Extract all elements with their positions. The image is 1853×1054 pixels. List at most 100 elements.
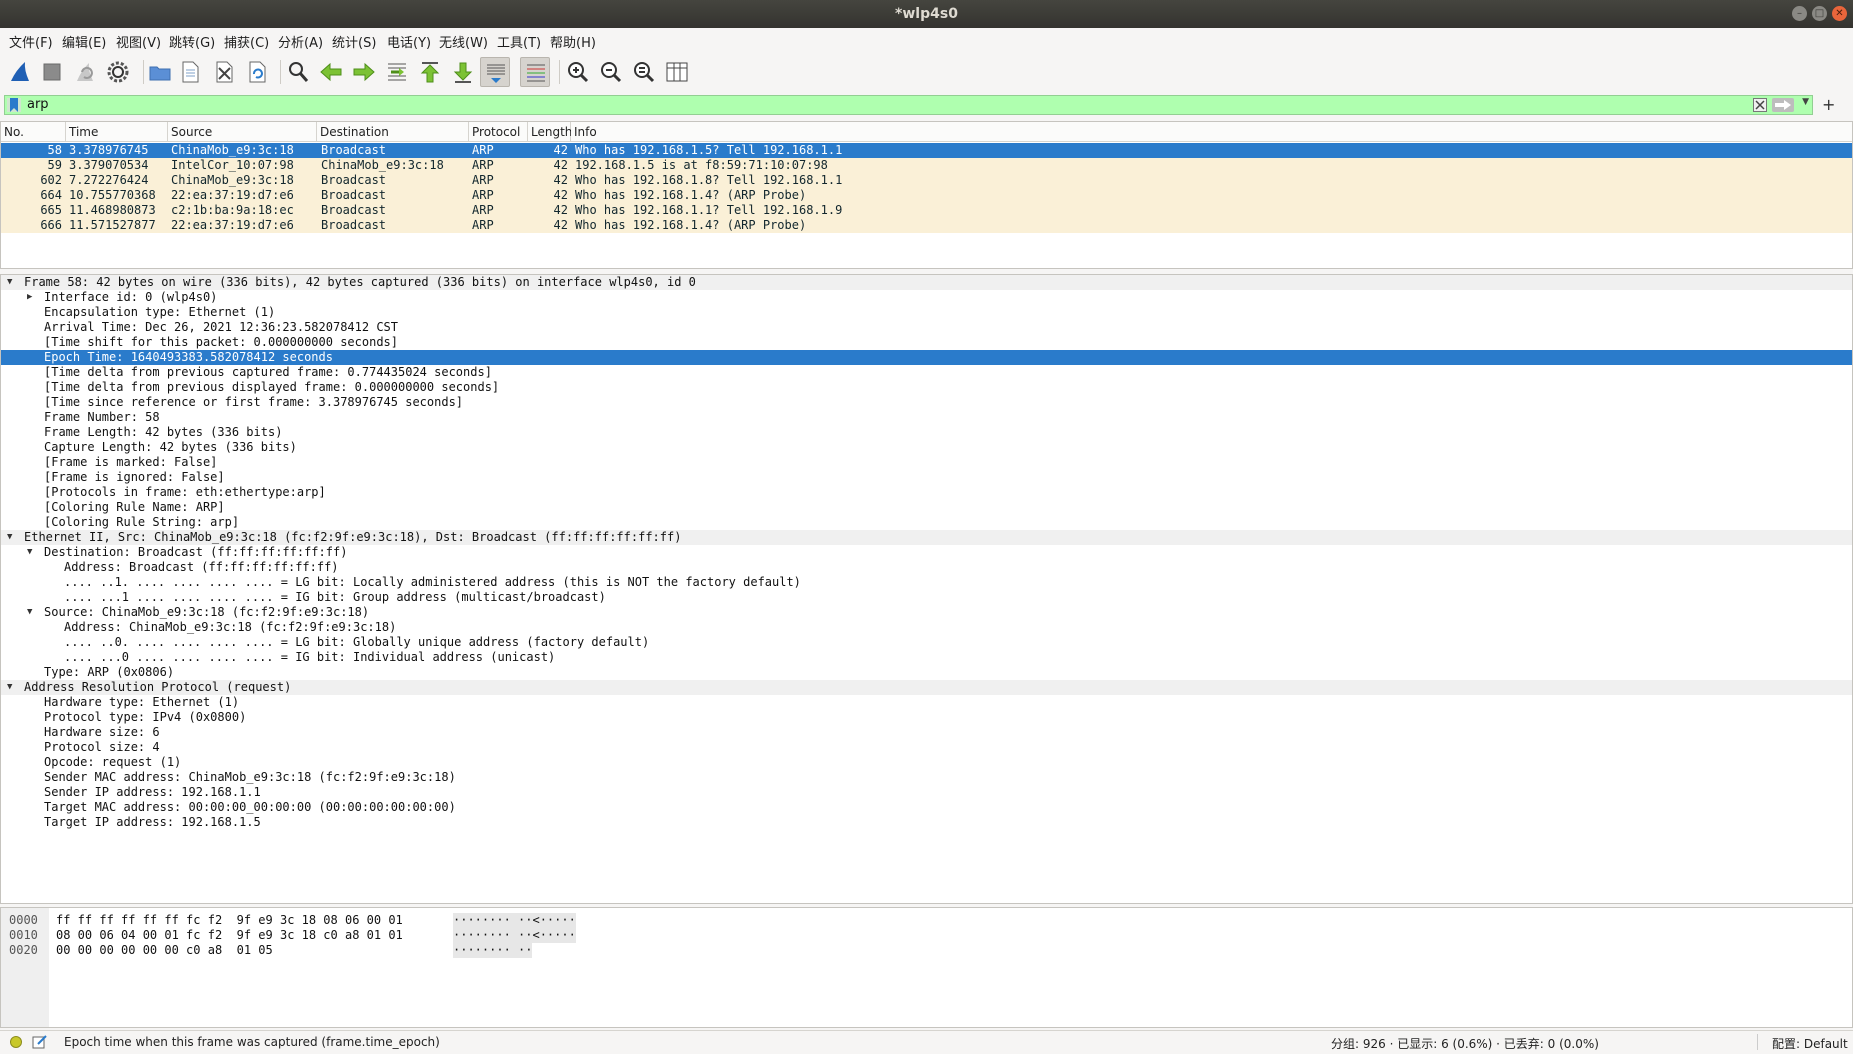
arrow-back-icon[interactable] bbox=[316, 57, 346, 87]
menu-analyze[interactable]: 分析(A) bbox=[278, 32, 323, 51]
table-row[interactable]: 665 11.468980873 c2:1b:ba:9a:18:ec Broadcas… bbox=[1, 203, 1852, 218]
menu-go[interactable]: 跳转(G) bbox=[169, 32, 215, 51]
filter-history-dropdown-icon[interactable]: ▼ bbox=[1802, 97, 1809, 107]
minimize-icon[interactable]: – bbox=[1792, 6, 1807, 21]
column-header-time[interactable]: Time bbox=[66, 122, 168, 142]
last-packet-icon[interactable] bbox=[448, 57, 478, 87]
column-header-length[interactable]: Length bbox=[528, 122, 572, 142]
goto-packet-icon[interactable] bbox=[382, 57, 412, 87]
gear-options-icon[interactable] bbox=[103, 57, 133, 87]
column-header-source[interactable]: Source bbox=[168, 122, 317, 142]
packet-list[interactable]: No. Time Source Destination Protocol Len… bbox=[0, 121, 1853, 269]
menu-file[interactable]: 文件(F) bbox=[9, 32, 53, 51]
resize-columns-icon[interactable] bbox=[662, 57, 692, 87]
table-row[interactable]: 59 3.379070534 IntelCor_10:07:98 ChinaMob_e… bbox=[1, 158, 1852, 173]
tree-item[interactable]: Epoch Time: 1640493383.582078412 seconds bbox=[1, 350, 1852, 365]
menu-edit[interactable]: 编辑(E) bbox=[62, 32, 106, 51]
tree-item[interactable]: Frame Number: 58 bbox=[1, 410, 1852, 425]
tree-item[interactable]: ▼ Destination: Broadcast (ff:ff:ff:ff:ff:… bbox=[1, 545, 1852, 560]
tree-item[interactable]: Address: ChinaMob_e9:3c:18 (fc:f2:9f:e9:… bbox=[1, 620, 1852, 635]
expand-triangle-open-icon[interactable]: ▼ bbox=[27, 545, 32, 560]
add-filter-button-icon[interactable]: + bbox=[1822, 95, 1835, 114]
menu-help[interactable]: 帮助(H) bbox=[550, 32, 596, 51]
bookmark-icon[interactable] bbox=[7, 98, 21, 112]
tree-item[interactable]: .... ...1 .... .... .... .... = IG bit: … bbox=[1, 590, 1852, 605]
first-packet-icon[interactable] bbox=[415, 57, 445, 87]
apply-filter-arrow-icon[interactable] bbox=[1772, 98, 1794, 112]
file-save-icon[interactable] bbox=[175, 57, 205, 87]
tree-item[interactable]: Hardware size: 6 bbox=[1, 725, 1852, 740]
column-header-destination[interactable]: Destination bbox=[317, 122, 469, 142]
menu-tools[interactable]: 工具(T) bbox=[497, 32, 541, 51]
tree-item[interactable]: ▼ Source: ChinaMob_e9:3c:18 (fc:f2:9f:e9:… bbox=[1, 605, 1852, 620]
tree-item[interactable]: Protocol type: IPv4 (0x0800) bbox=[1, 710, 1852, 725]
menu-capture[interactable]: 捕获(C) bbox=[224, 32, 269, 51]
tree-item[interactable]: .... ..1. .... .... .... .... = LG bit: … bbox=[1, 575, 1852, 590]
tree-item[interactable]: [Time since reference or first frame: 3.… bbox=[1, 395, 1852, 410]
packet-details-tree[interactable]: ▼ Frame 58: 42 bytes on wire (336 bits), … bbox=[0, 274, 1853, 904]
table-row[interactable]: 666 11.571527877 22:ea:37:19:d7:e6 Broadcas… bbox=[1, 218, 1852, 233]
tree-item[interactable]: Target IP address: 192.168.1.5 bbox=[1, 815, 1852, 830]
column-header-info[interactable]: Info bbox=[571, 122, 1852, 142]
arrow-forward-icon[interactable] bbox=[349, 57, 379, 87]
tree-item[interactable]: Arrival Time: Dec 26, 2021 12:36:23.5820… bbox=[1, 320, 1852, 335]
expand-triangle-open-icon[interactable]: ▼ bbox=[7, 275, 12, 290]
menu-telephony[interactable]: 电话(Y) bbox=[387, 32, 431, 51]
folder-open-icon[interactable] bbox=[145, 57, 175, 87]
zoom-normal-icon[interactable] bbox=[629, 57, 659, 87]
tree-item[interactable]: Encapsulation type: Ethernet (1) bbox=[1, 305, 1852, 320]
tree-item[interactable]: [Coloring Rule String: arp] bbox=[1, 515, 1852, 530]
display-filter-bar[interactable]: arp ▼ bbox=[4, 95, 1813, 115]
tree-item[interactable]: Hardware type: Ethernet (1) bbox=[1, 695, 1852, 710]
capture-comment-icon[interactable] bbox=[32, 1034, 48, 1053]
tree-item[interactable]: Target MAC address: 00:00:00_00:00:00 (0… bbox=[1, 800, 1852, 815]
shark-fin-start-icon[interactable] bbox=[5, 57, 35, 87]
stop-square-icon[interactable] bbox=[37, 57, 67, 87]
expand-triangle-open-icon[interactable]: ▼ bbox=[7, 680, 12, 695]
tree-item[interactable]: Sender IP address: 192.168.1.1 bbox=[1, 785, 1852, 800]
expand-triangle-open-icon[interactable]: ▼ bbox=[27, 605, 32, 620]
profile-selector[interactable]: 配置: Default bbox=[1772, 1035, 1848, 1052]
tree-item[interactable]: [Coloring Rule Name: ARP] bbox=[1, 500, 1852, 515]
menu-view[interactable]: 视图(V) bbox=[116, 32, 161, 51]
search-icon[interactable] bbox=[283, 57, 313, 87]
colorize-icon[interactable] bbox=[520, 57, 550, 87]
zoom-out-icon[interactable] bbox=[596, 57, 626, 87]
expert-info-led-icon[interactable] bbox=[10, 1036, 22, 1048]
column-header-protocol[interactable]: Protocol bbox=[469, 122, 528, 142]
tree-item[interactable]: Sender MAC address: ChinaMob_e9:3c:18 (f… bbox=[1, 770, 1852, 785]
column-header-no[interactable]: No. bbox=[1, 122, 66, 142]
tree-item[interactable]: Frame Length: 42 bytes (336 bits) bbox=[1, 425, 1852, 440]
tree-item[interactable]: Capture Length: 42 bytes (336 bits) bbox=[1, 440, 1852, 455]
zoom-in-icon[interactable] bbox=[563, 57, 593, 87]
tree-item[interactable]: [Time delta from previous captured frame… bbox=[1, 365, 1852, 380]
bytes-row[interactable]: 0000 ff ff ff ff ff ff fc f2 9f e9 3c 18 … bbox=[1, 913, 1852, 928]
bytes-row[interactable]: 0020 00 00 00 00 00 00 c0 a8 01 05 ·······… bbox=[1, 943, 1852, 958]
tree-item[interactable]: ▼ Frame 58: 42 bytes on wire (336 bits), … bbox=[1, 275, 1852, 290]
tree-item[interactable]: ▶ Interface id: 0 (wlp4s0) bbox=[1, 290, 1852, 305]
tree-item[interactable]: Opcode: request (1) bbox=[1, 755, 1852, 770]
tree-item[interactable]: ▼ Address Resolution Protocol (request) bbox=[1, 680, 1852, 695]
packet-bytes-pane[interactable]: 0000 ff ff ff ff ff ff fc f2 9f e9 3c 18 … bbox=[0, 907, 1853, 1028]
bytes-row[interactable]: 0010 08 00 06 04 00 01 fc f2 9f e9 3c 18 … bbox=[1, 928, 1852, 943]
autoscroll-icon[interactable] bbox=[480, 57, 510, 87]
restart-fin-icon[interactable] bbox=[70, 57, 100, 87]
tree-item[interactable]: [Frame is ignored: False] bbox=[1, 470, 1852, 485]
expand-triangle-closed-icon[interactable]: ▶ bbox=[27, 290, 32, 305]
tree-item[interactable]: [Protocols in frame: eth:ethertype:arp] bbox=[1, 485, 1852, 500]
reload-icon[interactable] bbox=[242, 57, 272, 87]
menu-statistics[interactable]: 统计(S) bbox=[332, 32, 376, 51]
table-row[interactable]: 602 7.272276424 ChinaMob_e9:3c:18 Broadcast… bbox=[1, 173, 1852, 188]
tree-item[interactable]: ▼ Ethernet II, Src: ChinaMob_e9:3c:18 (fc… bbox=[1, 530, 1852, 545]
close-icon[interactable]: ✕ bbox=[1832, 6, 1847, 21]
expand-triangle-open-icon[interactable]: ▼ bbox=[7, 530, 12, 545]
table-row[interactable]: 664 10.755770368 22:ea:37:19:d7:e6 Broadcas… bbox=[1, 188, 1852, 203]
maximize-icon[interactable]: □ bbox=[1812, 6, 1827, 21]
clear-filter-icon[interactable] bbox=[1753, 98, 1767, 116]
tree-item[interactable]: .... ...0 .... .... .... .... = IG bit: … bbox=[1, 650, 1852, 665]
tree-item[interactable]: [Frame is marked: False] bbox=[1, 455, 1852, 470]
tree-item[interactable]: .... ..0. .... .... .... .... = LG bit: … bbox=[1, 635, 1852, 650]
tree-item[interactable]: Protocol size: 4 bbox=[1, 740, 1852, 755]
tree-item[interactable]: Address: Broadcast (ff:ff:ff:ff:ff:ff) bbox=[1, 560, 1852, 575]
tree-item[interactable]: [Time shift for this packet: 0.000000000… bbox=[1, 335, 1852, 350]
